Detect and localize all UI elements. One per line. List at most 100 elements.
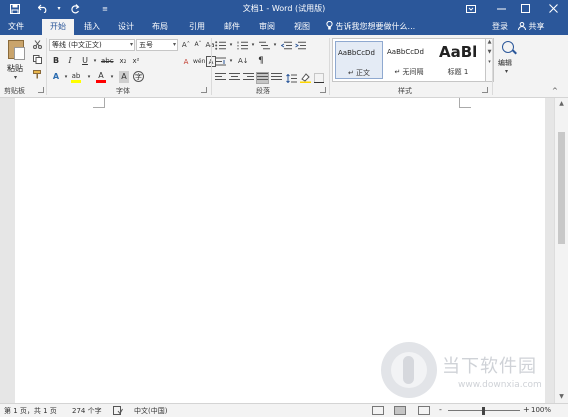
chevron-down-icon: ▾	[505, 68, 509, 75]
distributed-icon[interactable]	[271, 73, 282, 83]
minimize-icon[interactable]	[488, 0, 514, 17]
tab-home[interactable]: 开始	[42, 19, 74, 35]
chevron-down-icon[interactable]: ▾	[84, 71, 94, 83]
clear-formatting-button[interactable]: A	[181, 56, 191, 68]
word-count[interactable]: 274 个字	[72, 406, 102, 416]
shading-icon[interactable]	[299, 72, 311, 84]
chevron-down-icon: ▾	[129, 41, 133, 48]
align-center-icon[interactable]	[229, 73, 240, 83]
zoom-in-button[interactable]: +	[523, 405, 530, 414]
zoom-level[interactable]: 100%	[531, 406, 551, 414]
print-layout-icon[interactable]	[394, 406, 406, 415]
paragraph-group-label: 段落	[256, 87, 270, 95]
superscript-button[interactable]: x²	[131, 55, 141, 67]
search-icon	[502, 41, 514, 53]
underline-button[interactable]: U	[80, 55, 90, 67]
font-color-button[interactable]: A	[96, 70, 106, 83]
share-button[interactable]: 共享	[516, 19, 552, 34]
chevron-down-icon[interactable]: ▾	[226, 39, 236, 51]
subscript-button[interactable]: x₂	[118, 55, 128, 67]
save-icon[interactable]	[6, 1, 24, 16]
chevron-down-icon[interactable]: ▾	[107, 71, 117, 83]
character-shading-button[interactable]: A	[119, 71, 129, 83]
tab-mailings[interactable]: 邮件	[218, 19, 246, 35]
strikethrough-button[interactable]: abc	[101, 55, 114, 67]
multilevel-list-icon[interactable]	[258, 39, 270, 51]
tab-insert[interactable]: 插入	[78, 19, 106, 35]
zoom-out-button[interactable]: -	[439, 405, 442, 414]
customize-icon[interactable]: ≡	[96, 1, 114, 16]
text-effects-button[interactable]: A	[51, 71, 61, 83]
scroll-thumb[interactable]	[558, 132, 565, 244]
bullets-icon[interactable]	[214, 39, 226, 51]
style-no-spacing[interactable]: AaBbCcDd ↵ 无间隔	[385, 41, 433, 79]
grow-font-button[interactable]: Aˆ	[181, 39, 191, 51]
align-right-icon[interactable]	[243, 73, 254, 83]
clipboard-icon	[8, 40, 25, 60]
justify-icon[interactable]	[256, 72, 269, 84]
paste-button[interactable]: 粘贴 ▾	[3, 37, 29, 83]
tab-references[interactable]: 引用	[183, 19, 211, 35]
line-spacing-icon[interactable]	[285, 72, 297, 84]
clipboard-dialog-launcher[interactable]	[38, 87, 44, 93]
scroll-up-icon[interactable]: ▲	[555, 98, 568, 110]
share-label: 共享	[528, 22, 545, 31]
paste-label: 粘贴	[7, 64, 23, 73]
bold-button[interactable]: B	[51, 55, 61, 67]
font-name-combo[interactable]: 等线 (中文正文) ▾	[49, 39, 135, 51]
font-dialog-launcher[interactable]	[201, 87, 207, 93]
show-marks-button[interactable]: ¶	[256, 55, 266, 67]
group-separator	[46, 38, 47, 95]
phonetic-guide-button[interactable]: wén	[193, 56, 205, 68]
style-normal[interactable]: AaBbCcDd ↵ 正文	[335, 41, 383, 79]
tab-design[interactable]: 设计	[112, 19, 140, 35]
shrink-font-button[interactable]: Aˇ	[193, 39, 203, 51]
chevron-down-icon[interactable]: ▾	[90, 55, 100, 67]
paragraph-dialog-launcher[interactable]	[320, 87, 326, 93]
chinese-layout-icon[interactable]	[214, 55, 226, 67]
tab-review[interactable]: 审阅	[253, 19, 281, 35]
close-icon[interactable]	[540, 0, 566, 17]
style-heading-1[interactable]: AaBl 标题 1	[434, 41, 482, 79]
scissors-icon[interactable]	[31, 38, 43, 50]
vertical-scrollbar[interactable]: ▲ ▼	[554, 98, 568, 403]
copy-icon[interactable]	[31, 53, 43, 65]
tab-file[interactable]: 文件	[2, 19, 30, 35]
align-left-icon[interactable]	[215, 73, 226, 83]
clipboard-group-label: 剪贴板	[4, 87, 25, 95]
sort-button[interactable]: A↓	[238, 55, 249, 67]
chevron-down-icon[interactable]: ▾	[248, 39, 258, 51]
style-name: 标题 1	[447, 68, 469, 76]
format-painter-icon[interactable]	[31, 68, 43, 80]
numbering-icon[interactable]	[236, 39, 248, 51]
styles-dialog-launcher[interactable]	[482, 87, 488, 93]
tell-me-box[interactable]: 告诉我您想要做什么...	[326, 19, 415, 35]
web-layout-icon[interactable]	[418, 406, 430, 415]
increase-indent-icon[interactable]	[294, 39, 306, 51]
tab-view[interactable]: 视图	[288, 19, 316, 35]
page-count[interactable]: 第 1 页，共 1 页	[4, 406, 57, 416]
highlight-button[interactable]: ab	[71, 70, 81, 83]
scroll-down-icon[interactable]: ▼	[555, 391, 568, 403]
enclose-characters-button[interactable]: 字	[133, 71, 144, 82]
proofing-icon[interactable]	[113, 406, 123, 417]
chevron-down-icon[interactable]: ▾	[226, 55, 236, 67]
chevron-down-icon: ▾	[172, 41, 176, 48]
chevron-down-icon[interactable]: ▾	[61, 71, 71, 83]
redo-icon[interactable]	[66, 1, 84, 16]
ribbon-display-options-icon[interactable]	[458, 0, 484, 17]
borders-icon[interactable]	[313, 72, 325, 84]
italic-button[interactable]: I	[65, 55, 75, 67]
font-size-combo[interactable]: 五号 ▾	[136, 39, 178, 51]
chevron-down-icon[interactable]: ▾	[270, 39, 280, 51]
decrease-indent-icon[interactable]	[280, 39, 292, 51]
collapse-ribbon-icon[interactable]: ^	[552, 87, 558, 95]
zoom-slider-thumb[interactable]	[482, 407, 485, 415]
editing-button[interactable]: 编辑 ▾	[496, 39, 520, 77]
login-link[interactable]: 登录	[492, 19, 508, 35]
maximize-icon[interactable]	[512, 0, 538, 17]
crop-mark	[93, 98, 105, 108]
language[interactable]: 中文(中国)	[134, 406, 167, 416]
tab-layout[interactable]: 布局	[146, 19, 174, 35]
read-mode-icon[interactable]	[372, 406, 384, 415]
